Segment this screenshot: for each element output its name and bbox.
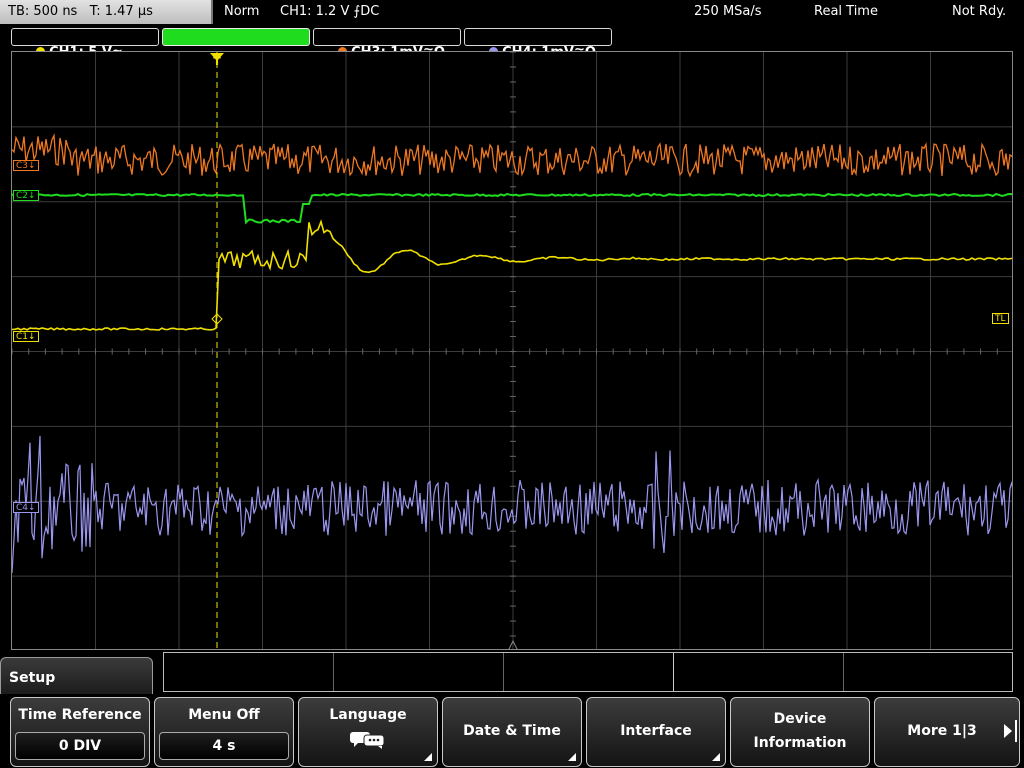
ch1-offset-marker[interactable]: C1↓ — [13, 331, 39, 342]
device-information-button[interactable]: Device Information — [730, 697, 870, 767]
channel-3-label[interactable]: CH3: 1mV≅Ω — [313, 28, 461, 60]
status-bar: TB: 500 ns T: 1.47 µs Norm CH1: 1.2 V ⨍D… — [0, 0, 1024, 24]
menu-title: Setup — [0, 657, 153, 697]
waveform-display[interactable]: C3↓ C2↓ C1↓ C4↓ TL T — [11, 51, 1013, 650]
language-button[interactable]: Language — [298, 697, 438, 767]
trigger-arrow-icon — [210, 53, 224, 61]
graticule — [12, 52, 1012, 649]
menu-off-value[interactable]: 4 s — [159, 732, 289, 760]
more-button[interactable]: More 1|3 — [874, 697, 1020, 767]
ch2-offset-marker[interactable]: C2↓ — [13, 190, 39, 201]
acquisition-state: Not Rdy. — [952, 4, 1007, 19]
time-reference-value[interactable]: 0 DIV — [15, 732, 145, 760]
overview-segment — [334, 653, 504, 691]
channel-1-label[interactable]: CH1: 5 V≃ — [11, 28, 159, 60]
softkey-bar: Time Reference 0 DIV Menu Off 4 s Langua… — [0, 694, 1024, 768]
menu-off-button[interactable]: Menu Off 4 s — [154, 697, 294, 767]
timebase-readout[interactable]: TB: 500 ns T: 1.47 µs — [0, 0, 213, 24]
acquisition-mode: Real Time — [814, 4, 878, 19]
submenu-indicator-icon — [712, 753, 720, 761]
trigger-source: CH1: 1.2 V ⨍DC — [280, 4, 380, 19]
next-page-arrow-icon — [1004, 724, 1012, 738]
submenu-indicator-icon — [568, 753, 576, 761]
time-reference-button[interactable]: Time Reference 0 DIV — [10, 697, 150, 767]
date-time-button[interactable]: Date & Time — [442, 697, 582, 767]
channel-4-label[interactable]: CH4: 1mV≅Ω — [464, 28, 612, 60]
ch3-offset-marker[interactable]: C3↓ — [13, 160, 39, 171]
overview-segment — [164, 653, 334, 691]
more-divider — [1015, 720, 1017, 742]
trigger-mode: Norm — [224, 4, 260, 19]
channel-bar: CH1: 5 V≃ CH2: 20 mV≅Ω CH3: 1mV≅Ω CH4: 1… — [0, 26, 1024, 60]
trigger-position-marker[interactable]: T — [210, 53, 224, 68]
waveform-canvas — [12, 52, 1012, 649]
submenu-indicator-icon — [424, 753, 432, 761]
speech-bubble-icon — [350, 732, 385, 749]
overview-strip — [163, 652, 1013, 692]
channel-2-label[interactable]: CH2: 20 mV≅Ω — [162, 28, 310, 60]
overview-segment — [674, 653, 844, 691]
ch4-offset-marker[interactable]: C4↓ — [13, 502, 39, 513]
overview-segment — [504, 653, 674, 691]
sample-rate: 250 MSa/s — [694, 4, 762, 19]
interface-button[interactable]: Interface — [586, 697, 726, 767]
trigger-level-marker[interactable]: TL — [992, 313, 1009, 324]
